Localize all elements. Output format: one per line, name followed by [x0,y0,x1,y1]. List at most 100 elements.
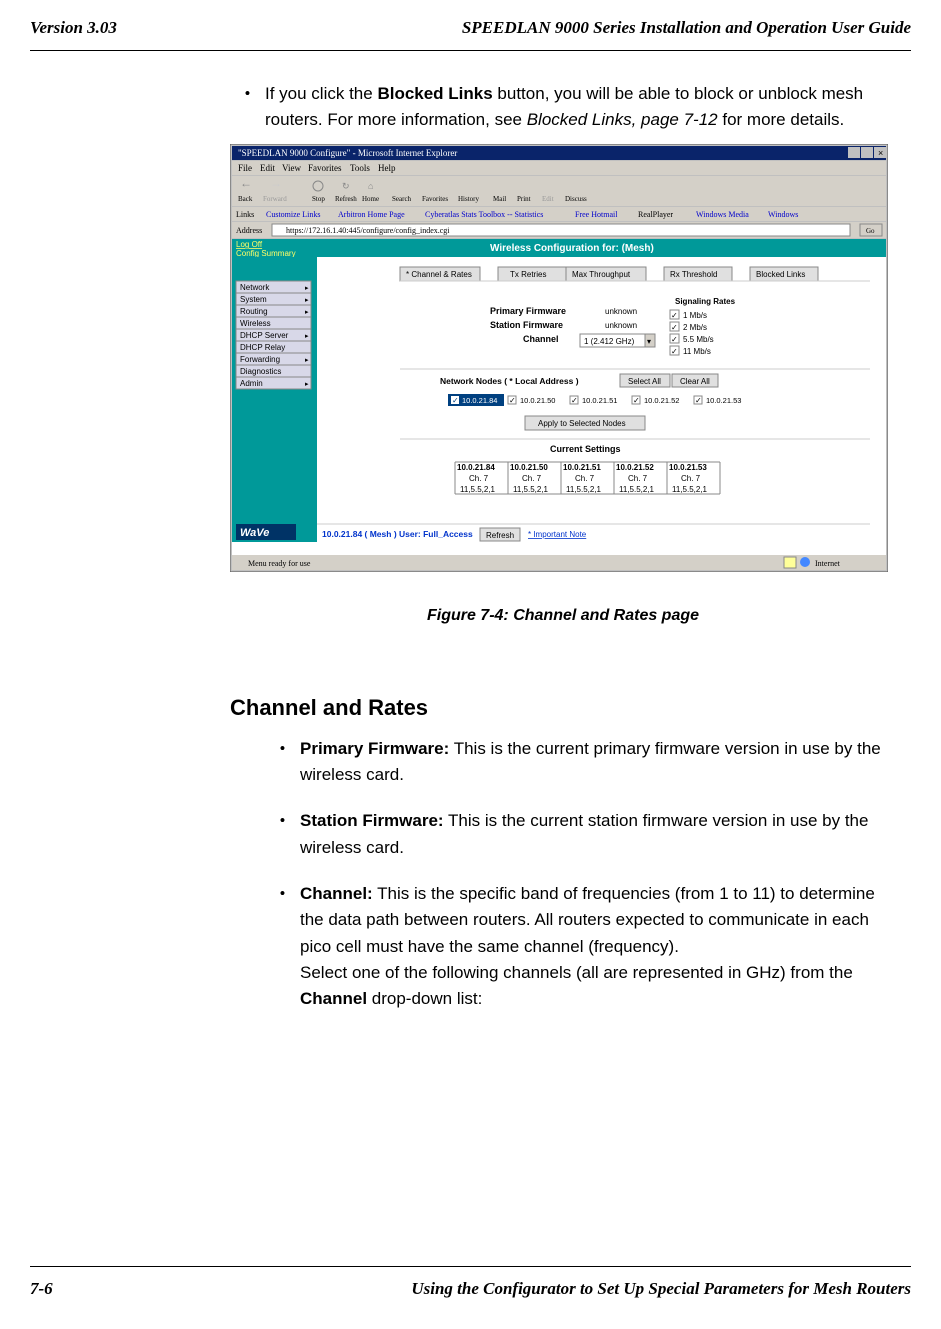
chevron-icon: ▸ [305,380,309,388]
link-windows[interactable]: Windows [768,210,798,219]
sidebar-wireless[interactable]: Wireless [240,319,271,328]
menu-view[interactable]: View [282,163,301,173]
status-text: Menu ready for use [248,559,311,568]
logoff-link[interactable]: Log Off [236,240,263,249]
toolbar-discuss[interactable]: Discuss [565,195,587,203]
back-arrow-icon[interactable]: ← [240,176,252,190]
svg-text:Select All: Select All [628,377,661,386]
sidebar-network[interactable]: Network [240,283,270,292]
intro-paragraph: If you click the Blocked Links button, y… [265,81,896,134]
settings-ch-1: Ch. 7 [469,474,489,483]
channel-value: 1 (2.412 GHz) [584,337,635,346]
primary-firmware-label: Primary Firmware [490,306,566,316]
settings-rates-5: 11,5.5,2,1 [672,485,708,494]
toolbar-back[interactable]: Back [238,195,253,203]
menu-favorites[interactable]: Favorites [308,163,342,173]
lock-icon [784,557,796,568]
home-icon[interactable]: ⌂ [368,181,373,191]
section-heading: Channel and Rates [230,695,896,721]
svg-text:✓: ✓ [509,396,516,405]
toolbar-forward: Forward [263,195,287,203]
link-hotmail[interactable]: Free Hotmail [575,210,618,219]
text: If you click the [265,84,377,103]
svg-text:▾: ▾ [647,337,651,346]
forward-arrow-icon: → [270,176,282,190]
svg-text:Max Throughput: Max Throughput [572,270,631,279]
page-title: Wireless Configuration for: (Mesh) [490,243,654,254]
bullet-icon: • [265,736,300,789]
text: This is the specific band of frequencies… [300,884,875,956]
sidebar-diagnostics[interactable]: Diagnostics [240,367,281,376]
chevron-icon: ▸ [305,308,309,316]
sidebar-routing[interactable]: Routing [240,307,268,316]
primary-firmware-value: unknown [605,307,637,316]
refresh-icon[interactable]: ↻ [342,181,350,191]
figure-caption: Figure 7-4: Channel and Rates page [230,607,896,625]
minimize-icon[interactable] [848,147,860,158]
primary-firmware-desc: Primary Firmware: This is the current pr… [300,736,896,789]
address-input[interactable]: https://172.16.1.40:445/configure/config… [286,226,450,235]
sidebar-dhcp-relay[interactable]: DHCP Relay [240,343,285,352]
toolbar-home[interactable]: Home [362,195,379,203]
station-firmware-label: Station Firmware [490,320,563,330]
sidebar-system[interactable]: System [240,295,267,304]
menu-tools[interactable]: Tools [350,163,370,173]
maximize-icon[interactable] [861,147,873,158]
link-cyberatlas[interactable]: Cyberatlas Stats Toolbox -- Statistics [425,210,543,219]
current-settings-heading: Current Settings [550,444,621,454]
settings-ch-2: Ch. 7 [522,474,542,483]
settings-ch-3: Ch. 7 [575,474,595,483]
menu-help[interactable]: Help [378,163,396,173]
toolbar-search[interactable]: Search [392,195,412,203]
settings-rates-4: 11,5.5,2,1 [619,485,655,494]
toolbar-stop[interactable]: Stop [312,195,325,203]
zone-text: Internet [815,559,841,568]
rate-3: 5.5 Mb/s [683,335,714,344]
svg-text:✓: ✓ [633,396,640,405]
guide-title: SPEEDLAN 9000 Series Installation and Op… [462,18,911,38]
text: for more details. [718,110,845,129]
wave-text: WaVe [240,527,269,539]
rates-heading: Signaling Rates [675,297,736,306]
internet-zone-icon [800,557,810,567]
toolbar-refresh[interactable]: Refresh [335,195,357,203]
toolbar-history[interactable]: History [458,195,480,203]
svg-text:Apply to Selected Nodes: Apply to Selected Nodes [538,419,626,428]
label: Channel: [300,884,373,903]
settings-col-1: 10.0.21.84 [457,463,495,472]
sidebar-forwarding[interactable]: Forwarding [240,355,280,364]
chevron-icon: ▸ [305,284,309,292]
rate-1: 1 Mb/s [683,311,707,320]
channel-label: Channel [523,334,559,344]
settings-rates-1: 11,5.5,2,1 [460,485,496,494]
sidebar-dhcp-server[interactable]: DHCP Server [240,331,289,340]
menu-file[interactable]: File [238,163,252,173]
links-label: Links [236,210,254,219]
settings-ch-5: Ch. 7 [681,474,701,483]
link-arbitron[interactable]: Arbitron Home Page [338,210,405,219]
link-customize[interactable]: Customize Links [266,210,320,219]
svg-text:✓: ✓ [695,396,702,405]
link-realplayer[interactable]: RealPlayer [638,210,673,219]
link-winmedia[interactable]: Windows Media [696,210,749,219]
text: Select one of the following channels (al… [300,963,853,982]
menu-edit[interactable]: Edit [260,163,275,173]
toolbar-mail[interactable]: Mail [493,195,506,203]
toolbar-favorites[interactable]: Favorites [422,195,448,203]
svg-text:✓: ✓ [571,396,578,405]
page-number: 7-6 [30,1279,53,1299]
go-label: Go [866,227,875,235]
important-note-link[interactable]: * Important Note [528,530,587,539]
settings-rates-3: 11,5.5,2,1 [566,485,602,494]
settings-col-4: 10.0.21.52 [616,463,654,472]
toolbar-edit: Edit [542,195,554,203]
svg-text:✓: ✓ [671,347,678,356]
sidebar-menu: Network ▸ System ▸ Routing ▸ Wireless DH… [236,281,311,389]
chevron-icon: ▸ [305,332,309,340]
sidebar-admin[interactable]: Admin [240,379,263,388]
config-summary-link[interactable]: Config Summary [236,249,296,258]
chevron-icon: ▸ [305,296,309,304]
rate-2: 2 Mb/s [683,323,707,332]
toolbar-print[interactable]: Print [517,195,531,203]
station-firmware-value: unknown [605,321,637,330]
